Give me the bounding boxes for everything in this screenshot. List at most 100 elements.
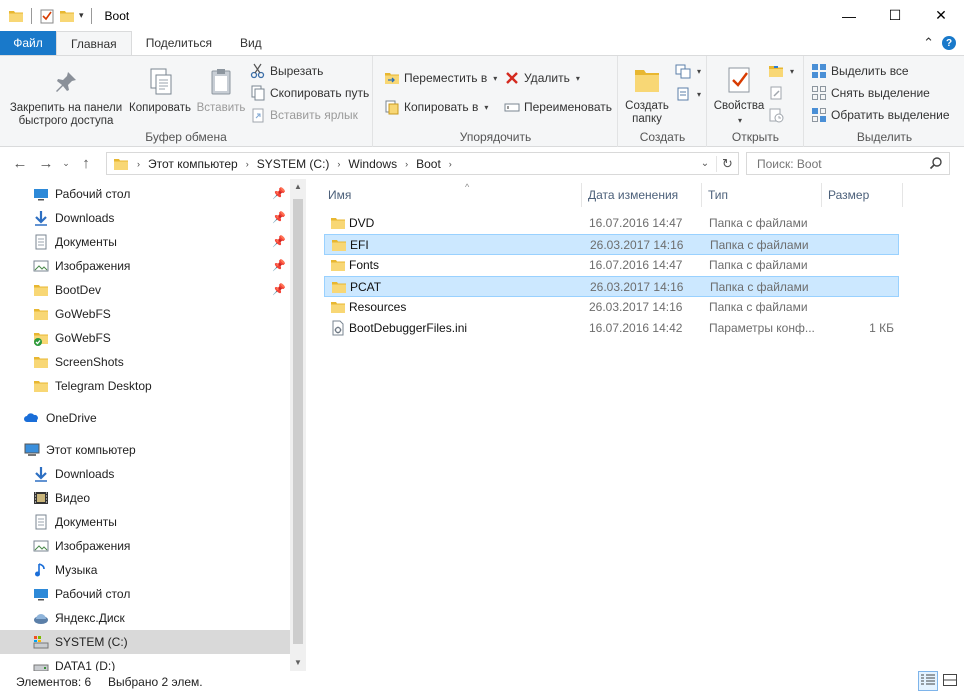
column-header-name[interactable]: Имя ^ xyxy=(322,182,582,207)
address-bar[interactable]: › Этот компьютер › SYSTEM (C:) › Windows… xyxy=(106,152,739,175)
minimize-button[interactable]: — xyxy=(826,0,872,31)
back-button[interactable]: ← xyxy=(8,151,32,175)
forward-button[interactable]: → xyxy=(34,151,58,175)
nav-item-this-pc[interactable]: Этот компьютер xyxy=(0,438,290,462)
paste-shortcut-button[interactable]: Вставить ярлык xyxy=(250,107,358,123)
copy-to-button[interactable]: Копировать в ▾ xyxy=(384,99,488,115)
pin-icon[interactable]: 📌 xyxy=(272,283,286,296)
breadcrumb-boot[interactable]: Boot xyxy=(416,157,441,171)
nav-item-pictures[interactable]: Изображения 📌 xyxy=(0,254,290,278)
new-item-button[interactable]: ▾ xyxy=(675,63,701,79)
breadcrumb-windows[interactable]: Windows xyxy=(348,157,397,171)
properties-icon[interactable] xyxy=(39,8,55,24)
nav-item-desktop[interactable]: Рабочий стол 📌 xyxy=(0,182,290,206)
nav-item-music[interactable]: Музыка xyxy=(0,558,290,582)
move-to-button[interactable]: Переместить в ▾ xyxy=(384,70,497,86)
copy-button[interactable]: Копировать xyxy=(126,66,194,115)
file-row-bootdebuggerfiles-ini[interactable]: BootDebuggerFiles.ini 16.07.2016 14:42 П… xyxy=(324,318,899,339)
column-header-size[interactable]: Размер xyxy=(822,183,903,207)
file-row-efi[interactable]: EFI 26.03.2017 14:16 Папка с файлами xyxy=(324,234,899,255)
scroll-thumb[interactable] xyxy=(293,199,303,644)
nav-item-pc-downloads[interactable]: Downloads xyxy=(0,462,290,486)
breadcrumb-system-c[interactable]: SYSTEM (C:) xyxy=(257,157,330,171)
quick-access-toolbar: ▾ Boot xyxy=(0,0,129,31)
chevron-right-icon[interactable]: › xyxy=(405,159,408,169)
copy-to-label: Копировать в xyxy=(404,100,479,114)
search-input[interactable] xyxy=(757,156,927,171)
breadcrumb-this-pc[interactable]: Этот компьютер xyxy=(148,157,238,171)
copy-path-button[interactable]: Скопировать путь xyxy=(250,85,369,101)
pin-icon[interactable]: 📌 xyxy=(272,235,286,248)
delete-button[interactable]: Удалить ▾ xyxy=(504,70,580,86)
tab-file[interactable]: Файл xyxy=(0,31,56,55)
rename-button[interactable]: Переименовать xyxy=(504,99,612,115)
select-all-button[interactable]: Выделить все xyxy=(811,63,909,79)
tab-home[interactable]: Главная xyxy=(56,31,132,55)
file-row-resources[interactable]: Resources 26.03.2017 14:16 Папка с файла… xyxy=(324,297,899,318)
collapse-ribbon-icon[interactable]: ⌃ xyxy=(923,35,934,51)
nav-item-screenshots[interactable]: ScreenShots xyxy=(0,350,290,374)
close-button[interactable]: ✕ xyxy=(918,0,964,31)
easy-access-button[interactable]: ▾ xyxy=(675,86,701,102)
chevron-right-icon[interactable]: › xyxy=(246,159,249,169)
history-button[interactable] xyxy=(768,107,784,123)
file-row-fonts[interactable]: Fonts 16.07.2016 14:47 Папка с файлами xyxy=(324,255,899,276)
nav-item-downloads[interactable]: Downloads 📌 xyxy=(0,206,290,230)
select-none-button[interactable]: Снять выделение xyxy=(811,85,930,101)
pin-icon[interactable]: 📌 xyxy=(272,259,286,272)
scroll-up-icon[interactable]: ▲ xyxy=(290,179,306,195)
nav-item-system-c[interactable]: SYSTEM (C:) xyxy=(0,630,290,654)
nav-label: GoWebFS xyxy=(55,331,111,345)
settings-file-icon xyxy=(330,320,346,336)
edit-button[interactable] xyxy=(768,85,784,101)
nav-item-pc-documents[interactable]: Документы xyxy=(0,510,290,534)
nav-item-telegram-desktop[interactable]: Telegram Desktop xyxy=(0,374,290,398)
nav-item-gowebfs-sync[interactable]: GoWebFS xyxy=(0,326,290,350)
recent-locations-button[interactable]: ⌄ xyxy=(58,151,74,175)
paste-button[interactable]: Вставить xyxy=(194,66,248,115)
search-box[interactable] xyxy=(746,152,950,175)
nav-item-yandex-disk[interactable]: Яндекс.Диск xyxy=(0,606,290,630)
nav-item-pc-pictures[interactable]: Изображения xyxy=(0,534,290,558)
open-group: Свойства ▾ ▾ Открыть xyxy=(708,56,804,147)
customize-toolbar-icon[interactable]: ▾ xyxy=(79,10,84,21)
details-view-button[interactable] xyxy=(918,671,938,691)
chevron-right-icon[interactable]: › xyxy=(337,159,340,169)
help-icon[interactable]: ? xyxy=(942,36,956,50)
nav-item-gowebfs[interactable]: GoWebFS xyxy=(0,302,290,326)
column-header-date[interactable]: Дата изменения xyxy=(582,183,702,207)
new-folder-button[interactable]: Создать папку xyxy=(621,64,673,126)
invert-selection-button[interactable]: Обратить выделение xyxy=(811,107,950,123)
clipboard-icon xyxy=(205,66,237,98)
nav-item-bootdev[interactable]: BootDev 📌 xyxy=(0,278,290,302)
chevron-right-icon[interactable]: › xyxy=(137,159,140,169)
nav-item-data1-d[interactable]: DATA1 (D:) xyxy=(0,654,290,671)
nav-label: Изображения xyxy=(55,539,131,553)
file-row-pcat[interactable]: PCAT 26.03.2017 14:16 Папка с файлами xyxy=(324,276,899,297)
file-row-dvd[interactable]: DVD 16.07.2016 14:47 Папка с файлами xyxy=(324,213,899,234)
pin-icon[interactable]: 📌 xyxy=(272,187,286,200)
nav-item-video[interactable]: Видео xyxy=(0,486,290,510)
cut-button[interactable]: Вырезать xyxy=(250,63,323,79)
nav-scrollbar[interactable]: ▲ ▼ xyxy=(290,179,306,671)
nav-item-onedrive[interactable]: OneDrive xyxy=(0,406,290,430)
scroll-down-icon[interactable]: ▼ xyxy=(290,655,306,671)
tab-view[interactable]: Вид xyxy=(226,31,276,55)
refresh-icon[interactable]: ↻ xyxy=(716,155,738,172)
nav-item-documents[interactable]: Документы 📌 xyxy=(0,230,290,254)
address-dropdown-icon[interactable]: ⌄ xyxy=(694,158,716,169)
properties-button[interactable]: Свойства ▾ xyxy=(710,64,768,127)
pin-icon[interactable]: 📌 xyxy=(272,211,286,224)
maximize-button[interactable]: ☐ xyxy=(872,0,918,31)
chevron-right-icon[interactable]: › xyxy=(449,159,452,169)
tab-share[interactable]: Поделиться xyxy=(132,31,226,55)
open-button[interactable]: ▾ xyxy=(768,63,794,79)
large-icons-view-button[interactable] xyxy=(940,671,960,691)
column-header-type[interactable]: Тип xyxy=(702,183,822,207)
file-list: Имя ^ Дата изменения Тип Размер DVD 16.0… xyxy=(306,179,964,671)
pin-quick-access-button[interactable]: Закрепить на панели быстрого доступа xyxy=(6,66,126,128)
up-button[interactable]: ↑ xyxy=(74,151,98,175)
nav-item-pc-desktop[interactable]: Рабочий стол xyxy=(0,582,290,606)
new-folder-icon[interactable] xyxy=(59,8,75,24)
nav-label: Downloads xyxy=(55,211,115,225)
